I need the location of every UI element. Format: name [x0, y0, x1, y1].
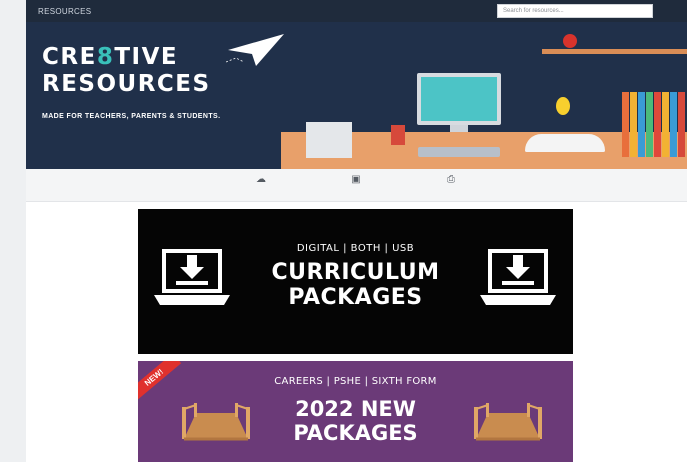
books-icon	[622, 92, 685, 157]
new-banner-title-line2: PACKAGES	[293, 421, 418, 445]
page: RESOURCES Search for resources... CRE8TI…	[26, 0, 687, 462]
keyboard-icon	[418, 147, 500, 157]
new-packages-banner[interactable]: NEW! CAREERS | PSHE | SIXTH FORM 2022 NE…	[138, 361, 573, 462]
curriculum-banner-title-line2: PACKAGES	[288, 285, 423, 310]
curriculum-packages-banner[interactable]: DIGITAL | BOTH | USB CURRICULUM PACKAGES	[138, 209, 573, 354]
curriculum-banner-subtitle: DIGITAL | BOTH | USB	[296, 243, 415, 254]
feature-item-print[interactable]: ⎙	[406, 173, 496, 189]
pencil-cup-icon	[391, 125, 405, 145]
lightbulb-icon	[556, 97, 570, 115]
hero-title-line2: RESOURCES	[42, 71, 211, 97]
curriculum-banner-title-line1: CURRICULUM	[271, 260, 440, 285]
paper-plane-icon	[226, 34, 284, 66]
printer-icon: ⎙	[447, 174, 455, 185]
feature-icon-row: ☁ ▣ ⎙	[26, 169, 687, 202]
hero-title-line1: CRE8TIVE	[42, 44, 178, 70]
usb-icon: ▣	[351, 174, 361, 185]
feature-item-usb[interactable]: ▣	[311, 173, 401, 189]
cloud-download-icon: ☁	[256, 174, 266, 185]
new-banner-title-line1: 2022 NEW	[295, 397, 416, 421]
search-input[interactable]: Search for resources...	[497, 4, 653, 18]
hero-title-tive: TIVE	[114, 44, 179, 70]
hero-banner: CRE8TIVE RESOURCES MADE FOR TEACHERS, PA…	[26, 22, 687, 169]
box-icon	[306, 122, 352, 158]
monitor-icon	[417, 73, 501, 125]
top-navigation: RESOURCES Search for resources...	[26, 0, 687, 22]
monitor-stand	[450, 125, 468, 132]
left-gutter	[0, 0, 26, 462]
hero-title-cre: CRE	[42, 44, 97, 70]
open-book-icon	[525, 134, 605, 152]
new-banner-subtitle: CAREERS | PSHE | SIXTH FORM	[274, 376, 437, 387]
feature-item-download[interactable]: ☁	[216, 173, 306, 189]
apple-icon	[563, 34, 577, 48]
hero-tagline: MADE FOR TEACHERS, PARENTS & STUDENTS.	[42, 113, 221, 120]
shelf	[542, 49, 687, 54]
brand-logo[interactable]: RESOURCES	[38, 7, 91, 16]
hero-title-eight: 8	[96, 44, 115, 70]
